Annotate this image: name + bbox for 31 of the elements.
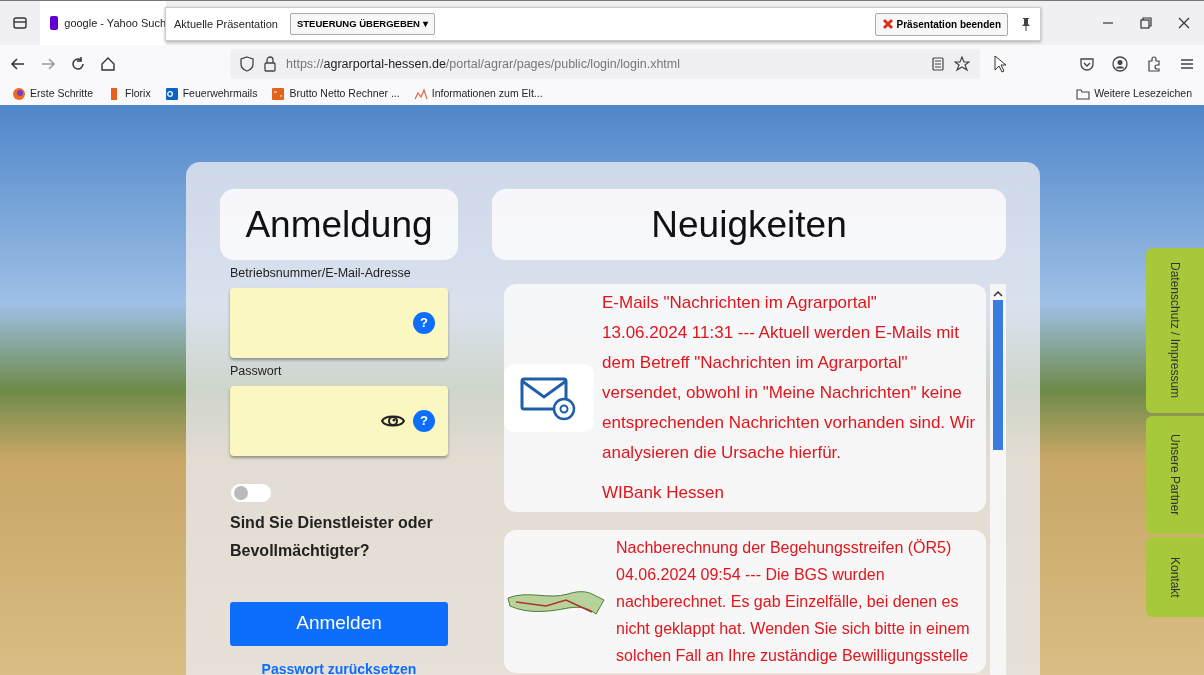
- bookmark-link[interactable]: Erste Schritte: [12, 86, 94, 102]
- side-tab[interactable]: Kontakt: [1146, 537, 1204, 617]
- login-heading: Anmeldung: [220, 189, 458, 260]
- bookmark-link[interactable]: Informationen zum Elt...: [413, 86, 543, 102]
- bookmark-link[interactable]: Florix: [107, 86, 151, 102]
- toggle-label: Sind Sie Dienstleister oder Bevollmächtigter?: [230, 512, 434, 561]
- browser-tab[interactable]: google - Yahoo Such: [40, 1, 166, 45]
- presentation-label: Aktuelle Präsentation: [174, 16, 278, 32]
- side-tab[interactable]: Unsere Partner: [1146, 416, 1204, 534]
- help-icon[interactable]: ?: [413, 311, 435, 334]
- news-source: WIBank Hessen: [602, 482, 725, 504]
- field-label: Passwort: [230, 362, 283, 380]
- end-presentation-button[interactable]: Präsentation beenden: [874, 12, 1008, 36]
- news-text: 04.06.2024 09:54 --- Die BGS wurden nachberechnet. Es gab Einzelfälle, bei denen es nicht geklappt hat. Wenden Sie sich bitte in einem solchen Fall an Ihre zuständige Bewilligungsstelle: [616, 565, 971, 666]
- password-field[interactable]: ?: [230, 385, 448, 456]
- bookmark-folder[interactable]: Weitere Lesezeichen: [1076, 86, 1192, 102]
- news-title: Nachberechnung der Begehungsstreifen (ÖR5): [616, 538, 953, 558]
- news-heading: Neuigkeiten: [492, 189, 1006, 260]
- field-label: Betriebsnummer/E-Mail-Adresse: [230, 265, 412, 282]
- side-tab[interactable]: Datenschutz / Impressum: [1146, 248, 1204, 413]
- help-icon[interactable]: ?: [413, 409, 435, 432]
- bookmark-link[interactable]: Feuerwehrmails: [164, 86, 258, 102]
- tab-title: google - Yahoo Such: [64, 15, 166, 31]
- address-bar[interactable]: https://agrarportal-hessen.de/portal/agrar/pages/public/login/login.xhtml: [230, 49, 980, 79]
- bookmark-link[interactable]: Brutto Netto Rechner ...: [271, 86, 400, 102]
- news-title: E-Mails "Nachrichten im Agrarportal": [602, 292, 878, 314]
- url-text: https://agrarportal-hessen.de/portal/agrar/pages/public/login/login.xhtml: [286, 55, 681, 73]
- news-text: 13.06.2024 11:31 --- Aktuell werden E-Mails mit dem Betreff "Nachrichten im Agrarportal" versendet, obwohl in "Meine Nachrichten" keine entsprechenden Nachrichten vorhanden sind. Wir analysieren die Ursache hierfür.: [602, 322, 977, 464]
- login-button[interactable]: Anmelden: [230, 601, 448, 646]
- username-field[interactable]: ?: [230, 287, 448, 358]
- control-dropdown-button[interactable]: STEUERUNG ÜBERGEBEN ▾: [289, 12, 435, 36]
